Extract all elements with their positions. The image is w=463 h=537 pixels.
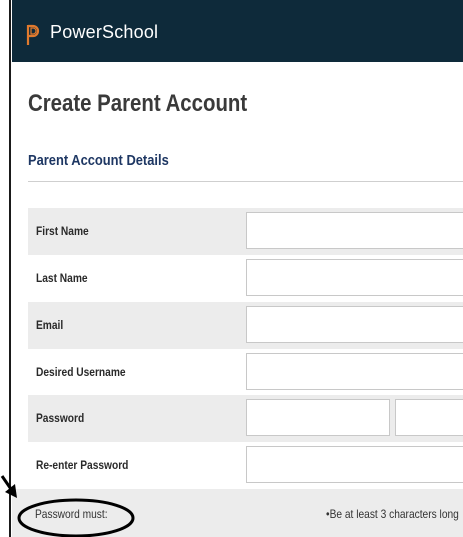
reenter-password-row: Re-enter Password	[28, 442, 463, 489]
password-row: Password	[28, 395, 463, 442]
left-border	[9, 0, 11, 537]
page-title: Create Parent Account	[28, 90, 248, 117]
password-requirement-item: •Be at least 3 characters long	[326, 507, 459, 521]
reenter-password-field[interactable]	[246, 446, 463, 483]
powerschool-logo-icon[interactable]	[26, 24, 40, 46]
reenter-password-label: Re-enter Password	[36, 458, 129, 472]
username-label: Desired Username	[36, 365, 126, 379]
password-requirements-label: Password must:	[35, 507, 108, 521]
password-label: Password	[36, 411, 85, 425]
password-requirements-row: Password must: •Be at least 3 characters…	[12, 489, 463, 537]
section-title: Parent Account Details	[28, 152, 169, 169]
create-parent-account-page: PowerSchool Create Parent Account Parent…	[0, 0, 463, 537]
email-field[interactable]	[246, 306, 463, 343]
password-field[interactable]	[246, 399, 390, 436]
first-name-row: First Name	[28, 208, 463, 255]
first-name-label: First Name	[36, 224, 89, 238]
email-label: Email	[36, 318, 64, 332]
last-name-label: Last Name	[36, 271, 88, 285]
email-row: Email	[28, 302, 463, 349]
app-header: PowerSchool	[12, 0, 463, 62]
username-row: Desired Username	[28, 349, 463, 396]
last-name-row: Last Name	[28, 255, 463, 302]
password-strength-box	[395, 399, 463, 436]
first-name-field[interactable]	[246, 212, 463, 249]
username-field[interactable]	[246, 353, 463, 390]
last-name-field[interactable]	[246, 259, 463, 296]
brand-name[interactable]: PowerSchool	[50, 22, 158, 43]
section-divider	[28, 181, 463, 182]
